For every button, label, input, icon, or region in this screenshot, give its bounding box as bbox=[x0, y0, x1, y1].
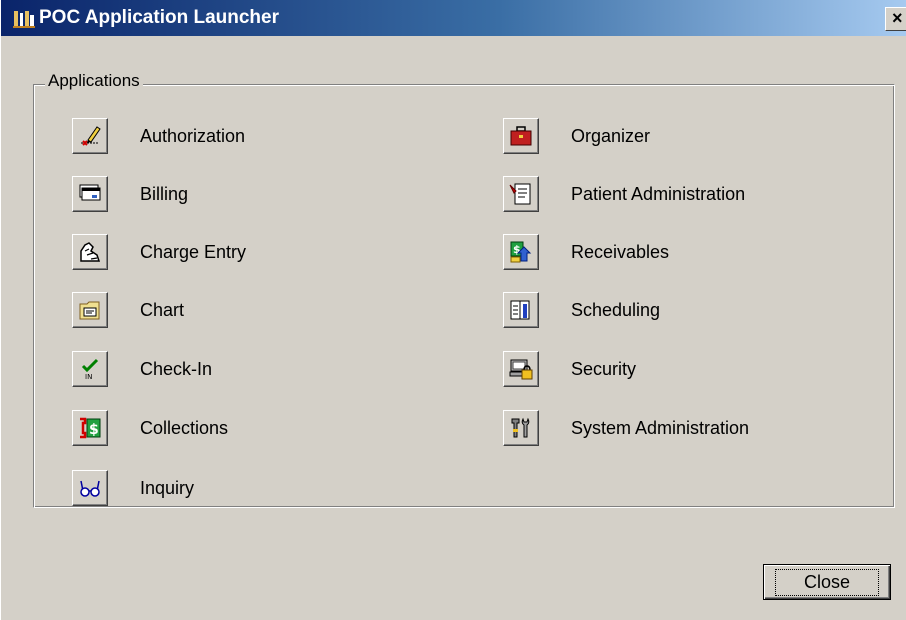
receivables-label: Receivables bbox=[571, 241, 670, 262]
inquiry-glasses-icon bbox=[80, 480, 100, 497]
app-chart[interactable]: Chart bbox=[72, 289, 184, 331]
launcher-window: POC Application Launcher × Applications … bbox=[0, 0, 906, 620]
check-in-icon: IN bbox=[81, 358, 99, 381]
authorization-button[interactable] bbox=[72, 118, 108, 154]
window-title: POC Application Launcher bbox=[39, 7, 279, 28]
close-button-label: Close bbox=[774, 568, 880, 596]
patient-administration-icon bbox=[509, 183, 531, 205]
close-icon: × bbox=[892, 8, 903, 28]
svg-text:$: $ bbox=[513, 243, 521, 256]
patient-administration-button[interactable] bbox=[503, 176, 539, 212]
authorization-icon bbox=[81, 126, 101, 146]
patient-administration-label: Patient Administration bbox=[571, 183, 746, 204]
organizer-button[interactable] bbox=[503, 118, 539, 154]
app-system-administration[interactable]: System Administration bbox=[503, 407, 749, 449]
app-charge-entry[interactable]: Charge Entry bbox=[72, 231, 246, 273]
security-label: Security bbox=[571, 358, 637, 379]
billing-icon bbox=[79, 184, 101, 201]
chart-label: Chart bbox=[140, 299, 185, 320]
app-receivables[interactable]: $ Receivables bbox=[503, 231, 669, 273]
system-administration-button[interactable] bbox=[503, 410, 539, 446]
security-button[interactable] bbox=[503, 351, 539, 387]
charge-entry-label: Charge Entry bbox=[140, 241, 247, 262]
app-collections[interactable]: $ Collections bbox=[72, 407, 228, 449]
applications-group-label: Applications bbox=[45, 71, 143, 91]
chart-folder-icon bbox=[79, 301, 100, 320]
collections-button[interactable]: $ bbox=[72, 410, 108, 446]
authorization-label: Authorization bbox=[140, 125, 246, 146]
system-administration-tools-icon bbox=[511, 417, 530, 438]
billing-label: Billing bbox=[140, 183, 189, 204]
app-patient-administration[interactable]: Patient Administration bbox=[503, 173, 745, 215]
app-inquiry[interactable]: Inquiry bbox=[72, 467, 194, 509]
receivables-button[interactable]: $ bbox=[503, 234, 539, 270]
app-billing[interactable]: Billing bbox=[72, 173, 188, 215]
check-in-label: Check-In bbox=[140, 358, 213, 379]
inquiry-button[interactable] bbox=[72, 470, 108, 506]
close-button[interactable]: Close bbox=[763, 564, 891, 600]
charge-entry-icon bbox=[80, 242, 101, 262]
chart-button[interactable] bbox=[72, 292, 108, 328]
security-lock-icon bbox=[509, 359, 533, 380]
svg-text:$: $ bbox=[89, 422, 99, 438]
inquiry-label: Inquiry bbox=[140, 477, 195, 498]
system-administration-label: System Administration bbox=[571, 417, 750, 438]
charge-entry-button[interactable] bbox=[72, 234, 108, 270]
title-bar[interactable]: POC Application Launcher × bbox=[1, 0, 906, 36]
app-check-in[interactable]: IN Check-In bbox=[72, 348, 212, 390]
app-organizer[interactable]: Organizer bbox=[503, 115, 650, 157]
check-in-button[interactable]: IN bbox=[72, 351, 108, 387]
billing-button[interactable] bbox=[72, 176, 108, 212]
app-scheduling[interactable]: Scheduling bbox=[503, 289, 660, 331]
receivables-icon: $ bbox=[510, 241, 532, 263]
scheduling-label: Scheduling bbox=[571, 299, 661, 320]
scheduling-icon bbox=[510, 300, 530, 320]
app-authorization[interactable]: Authorization bbox=[72, 115, 245, 157]
organizer-briefcase-icon bbox=[510, 126, 532, 146]
app-security[interactable]: Security bbox=[503, 348, 636, 390]
collections-icon: $ bbox=[80, 417, 101, 439]
collections-label: Collections bbox=[140, 417, 229, 438]
close-window-button[interactable]: × bbox=[885, 7, 906, 31]
scheduling-button[interactable] bbox=[503, 292, 539, 328]
organizer-label: Organizer bbox=[571, 125, 651, 146]
app-logo-icon bbox=[13, 11, 35, 28]
svg-text:IN: IN bbox=[85, 373, 92, 381]
